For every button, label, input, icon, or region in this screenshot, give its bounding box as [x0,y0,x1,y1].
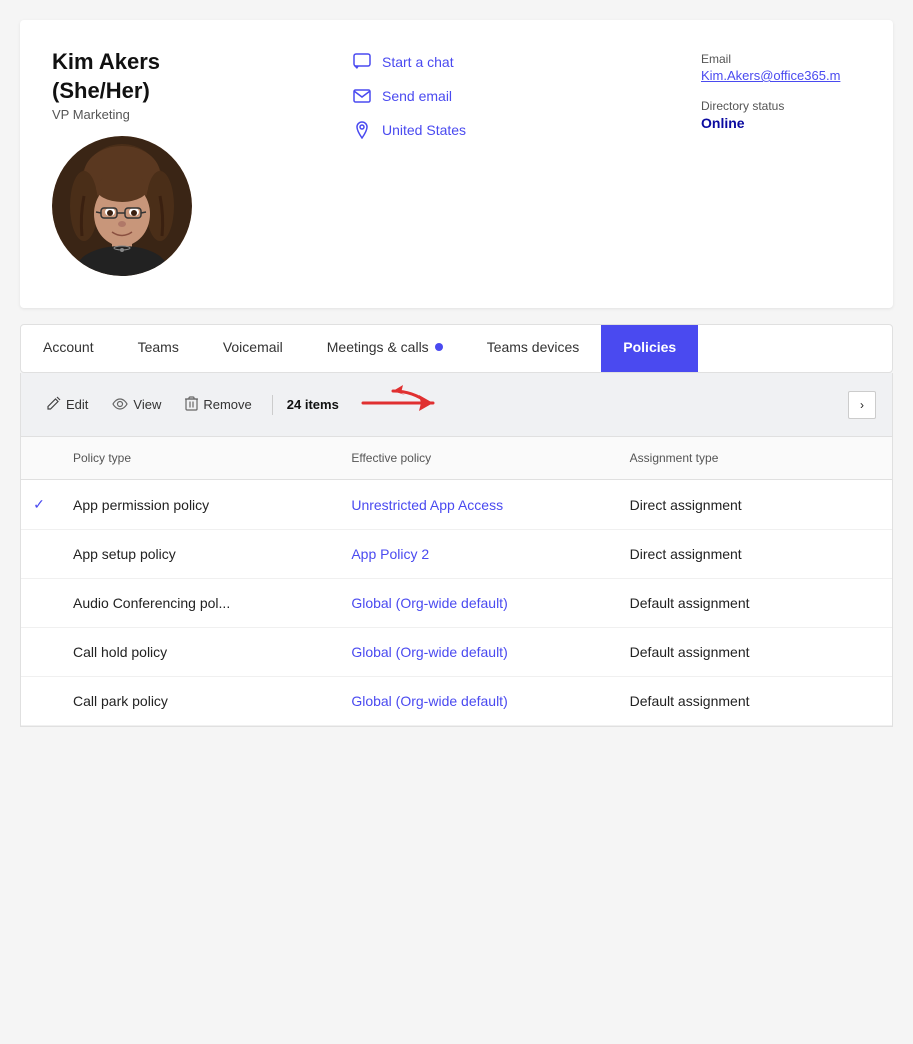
row-4-effective-policy[interactable]: Global (Org-wide default) [335,644,613,660]
tab-meetings-calls[interactable]: Meetings & calls [305,325,465,372]
view-icon [112,397,128,413]
table-row: Audio Conferencing pol... Global (Org-wi… [21,579,892,628]
edit-button[interactable]: Edit [37,391,98,418]
tab-account[interactable]: Account [21,325,116,372]
row-5-effective-policy[interactable]: Global (Org-wide default) [335,693,613,709]
send-email-action[interactable]: Send email [352,86,661,106]
row-3-policy-type: Audio Conferencing pol... [57,595,335,611]
profile-name: Kim Akers (She/Her) [52,48,272,105]
location-icon [352,120,372,140]
page-wrapper: Kim Akers (She/Her) VP Marketing [0,20,913,1044]
toolbar-right: › [848,391,876,419]
email-icon [352,86,372,106]
row-1-check: ✓ [21,496,57,513]
remove-icon [185,396,198,414]
view-label: View [133,397,161,412]
row-3-assignment-type: Default assignment [614,595,892,611]
th-effective-policy: Effective policy [335,447,613,469]
table-row: Call hold policy Global (Org-wide defaul… [21,628,892,677]
tab-meetings-calls-label: Meetings & calls [327,339,429,355]
directory-status-label: Directory status [701,99,861,113]
remove-button[interactable]: Remove [175,391,261,419]
tab-voicemail[interactable]: Voicemail [201,325,305,372]
view-button[interactable]: View [102,392,171,418]
profile-title: VP Marketing [52,107,272,122]
location-action[interactable]: United States [352,120,661,140]
tab-voicemail-label: Voicemail [223,339,283,355]
table-row: App setup policy App Policy 2 Direct ass… [21,530,892,579]
policies-table: Policy type Effective policy Assignment … [20,437,893,727]
row-4-policy-type: Call hold policy [57,644,335,660]
tab-policies-label: Policies [623,339,676,355]
profile-right-section: Email Kim.Akers@office365.m Directory st… [661,48,861,131]
row-1-effective-policy[interactable]: Unrestricted App Access [335,497,613,513]
toolbar: Edit View Remove [20,373,893,437]
th-check [21,447,57,469]
table-row: ✓ App permission policy Unrestricted App… [21,480,892,530]
profile-left: Kim Akers (She/Her) VP Marketing [52,48,272,276]
profile-name-text: Kim Akers [52,49,160,74]
email-label: Email [701,52,861,66]
red-arrow-indicator [353,383,443,426]
row-2-policy-type: App setup policy [57,546,335,562]
toolbar-divider [272,395,273,415]
avatar-image [52,136,192,276]
tab-teams-label: Teams [138,339,179,355]
checkmark-icon: ✓ [33,496,45,513]
profile-actions: Start a chat Send email [272,48,661,154]
tab-policies[interactable]: Policies [601,325,698,372]
row-4-assignment-type: Default assignment [614,644,892,660]
location-label: United States [382,122,466,138]
edit-label: Edit [66,397,88,412]
meetings-dot-indicator [435,343,443,351]
th-policy-type: Policy type [57,447,335,469]
avatar [52,136,192,276]
table-header-row: Policy type Effective policy Assignment … [21,437,892,480]
profile-pronouns: (She/Her) [52,78,150,103]
chat-icon [352,52,372,72]
row-2-assignment-type: Direct assignment [614,546,892,562]
scroll-right-button[interactable]: › [848,391,876,419]
table-row: Call park policy Global (Org-wide defaul… [21,677,892,726]
row-1-policy-type: App permission policy [57,497,335,513]
row-3-effective-policy[interactable]: Global (Org-wide default) [335,595,613,611]
th-assignment-type: Assignment type [614,447,892,469]
profile-card: Kim Akers (She/Her) VP Marketing [20,20,893,308]
start-chat-action[interactable]: Start a chat [352,52,661,72]
tab-teams[interactable]: Teams [116,325,201,372]
start-chat-label: Start a chat [382,54,454,70]
row-5-assignment-type: Default assignment [614,693,892,709]
email-value[interactable]: Kim.Akers@office365.m [701,68,861,83]
tab-teams-devices-label: Teams devices [487,339,580,355]
tabs-container: Account Teams Voicemail Meetings & calls… [20,324,893,373]
row-5-policy-type: Call park policy [57,693,335,709]
send-email-label: Send email [382,88,452,104]
edit-icon [47,396,61,413]
tab-teams-devices[interactable]: Teams devices [465,325,602,372]
row-1-assignment-type: Direct assignment [614,497,892,513]
tab-account-label: Account [43,339,94,355]
directory-status-value: Online [701,115,861,131]
row-2-effective-policy[interactable]: App Policy 2 [335,546,613,562]
items-count: 24 items [287,397,339,412]
remove-label: Remove [203,397,251,412]
